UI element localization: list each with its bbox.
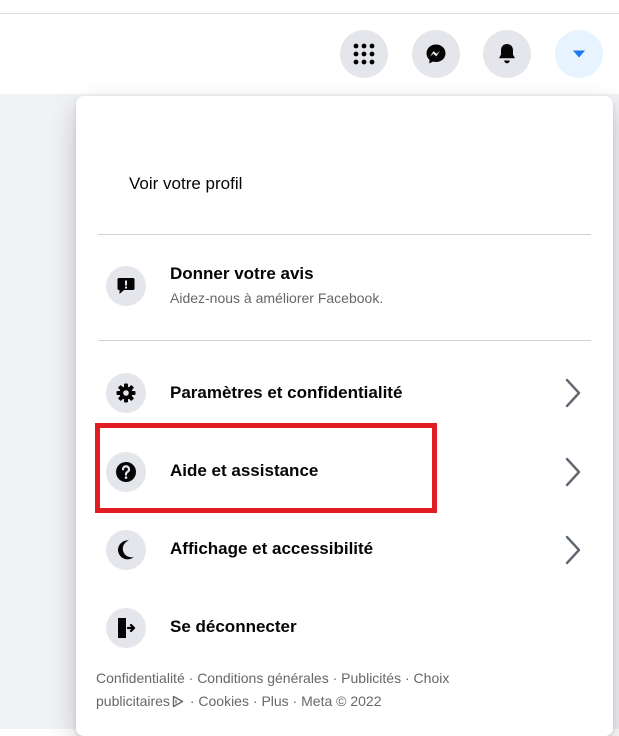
footer-link-cookies[interactable]: Cookies — [198, 693, 249, 709]
moon-icon — [118, 540, 134, 560]
notifications-button[interactable] — [483, 30, 531, 78]
footer-link-privacy[interactable]: Confidentialité — [96, 670, 185, 686]
footer-separator: · — [401, 670, 414, 686]
footer-separator: · — [184, 670, 198, 686]
chevron-right-icon[interactable] — [562, 456, 584, 488]
footer-copyright: Meta © 2022 — [301, 693, 382, 709]
footer-link-more[interactable]: Plus — [261, 693, 288, 709]
gear-icon — [116, 383, 136, 403]
footer-link-terms[interactable]: Conditions générales — [197, 670, 329, 686]
caret-down-icon — [573, 50, 585, 58]
menu-item-logout-label[interactable]: Se déconnecter — [170, 617, 297, 637]
menu-item-display-label[interactable]: Affichage et accessibilité — [170, 539, 373, 559]
highlight-annotation-box — [95, 423, 437, 513]
menu-item-settings-label[interactable]: Paramètres et confidentialité — [170, 383, 402, 403]
menu-grid-button[interactable] — [340, 30, 388, 78]
settings-icon-wrap[interactable] — [106, 373, 146, 413]
feedback-exclamation-icon — [117, 278, 135, 294]
messenger-button[interactable] — [412, 30, 460, 78]
footer-links: Confidentialité · Conditions générales ·… — [96, 667, 596, 713]
footer-link-adchoices-b[interactable]: publicitaires — [96, 693, 170, 709]
adchoices-icon — [172, 695, 184, 708]
messenger-icon — [426, 44, 446, 64]
grid-menu-icon — [353, 43, 375, 65]
footer-separator: · — [248, 693, 262, 709]
logout-door-icon — [118, 618, 136, 638]
footer-separator: · — [328, 670, 342, 686]
profile-link[interactable]: Voir votre profil — [129, 174, 242, 194]
bell-icon — [499, 44, 515, 64]
feedback-subtitle: Aidez-nous à améliorer Facebook. — [170, 290, 384, 306]
feedback-title[interactable]: Donner votre avis — [170, 264, 314, 284]
display-icon-wrap[interactable] — [106, 530, 146, 570]
logout-icon-wrap[interactable] — [106, 608, 146, 648]
footer-link-adchoices-a[interactable]: Choix — [414, 670, 450, 686]
divider — [98, 234, 591, 235]
footer-separator: · — [288, 693, 302, 709]
footer-separator: · — [185, 693, 199, 709]
divider — [98, 340, 591, 341]
chevron-right-icon[interactable] — [562, 534, 584, 566]
chevron-right-icon[interactable] — [562, 377, 584, 409]
account-dropdown-button[interactable] — [555, 30, 603, 78]
feedback-icon-wrap[interactable] — [106, 266, 146, 306]
footer-link-ads[interactable]: Publicités — [341, 670, 401, 686]
